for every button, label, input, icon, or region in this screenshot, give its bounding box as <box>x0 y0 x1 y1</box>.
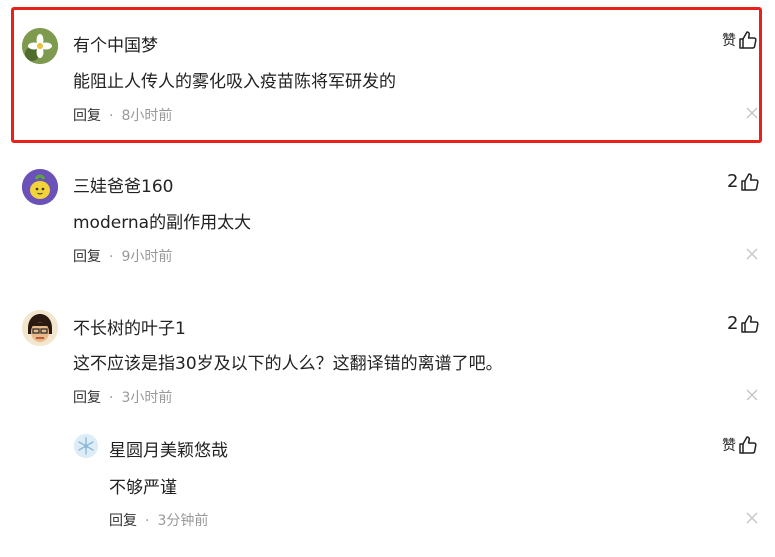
close-icon[interactable] <box>746 389 758 401</box>
comment-meta: 回复 · 9小时前 <box>73 246 172 266</box>
timestamp: 8小时前 <box>121 108 173 124</box>
reply-link[interactable]: 回复 <box>73 249 101 265</box>
comment-text: 这不应该是指30岁及以下的人么？这翻译错的离谱了吧。 <box>73 354 503 374</box>
reply-link[interactable]: 回复 <box>73 108 101 124</box>
comment-meta: 回复 · 8小时前 <box>73 105 172 125</box>
like-button[interactable]: 2 <box>727 313 760 334</box>
reply-link[interactable]: 回复 <box>73 390 101 406</box>
avatar[interactable] <box>22 28 58 64</box>
like-label: 赞 <box>722 33 736 49</box>
separator: · <box>109 249 114 265</box>
timestamp: 3小时前 <box>121 390 173 406</box>
comment-text: moderna的副作用太大 <box>73 213 252 233</box>
avatar[interactable] <box>74 434 98 458</box>
username[interactable]: 星圆月美颖悠哉 <box>109 436 228 461</box>
timestamp: 3分钟前 <box>157 513 209 529</box>
thumbs-up-icon <box>741 314 760 333</box>
close-icon[interactable] <box>746 248 758 260</box>
like-count: 2 <box>727 313 739 334</box>
thumbs-up-icon <box>741 172 760 191</box>
comment-meta: 回复 · 3小时前 <box>73 387 172 407</box>
like-button[interactable]: 赞 <box>722 435 758 455</box>
reply-link[interactable]: 回复 <box>109 513 137 529</box>
close-icon[interactable] <box>746 107 758 119</box>
like-button[interactable]: 赞 <box>722 30 758 50</box>
close-icon[interactable] <box>746 512 758 524</box>
timestamp: 9小时前 <box>121 249 173 265</box>
like-count: 2 <box>727 171 739 192</box>
username[interactable]: 有个中国梦 <box>73 31 158 56</box>
separator: · <box>109 108 114 124</box>
thumbs-up-icon <box>739 436 757 454</box>
comment-text: 不够严谨 <box>109 478 177 498</box>
comment-meta: 回复 · 3分钟前 <box>109 510 208 530</box>
like-button[interactable]: 2 <box>727 171 760 192</box>
avatar[interactable] <box>22 310 58 346</box>
like-label: 赞 <box>722 438 736 454</box>
username[interactable]: 三娃爸爸160 <box>73 172 173 197</box>
thumbs-up-icon <box>739 31 757 49</box>
separator: · <box>109 390 114 406</box>
comment-text: 能阻止人传人的雾化吸入疫苗陈将军研发的 <box>73 72 396 92</box>
separator: · <box>145 513 150 529</box>
username[interactable]: 不长树的叶子1 <box>73 314 186 339</box>
avatar[interactable] <box>22 169 58 205</box>
